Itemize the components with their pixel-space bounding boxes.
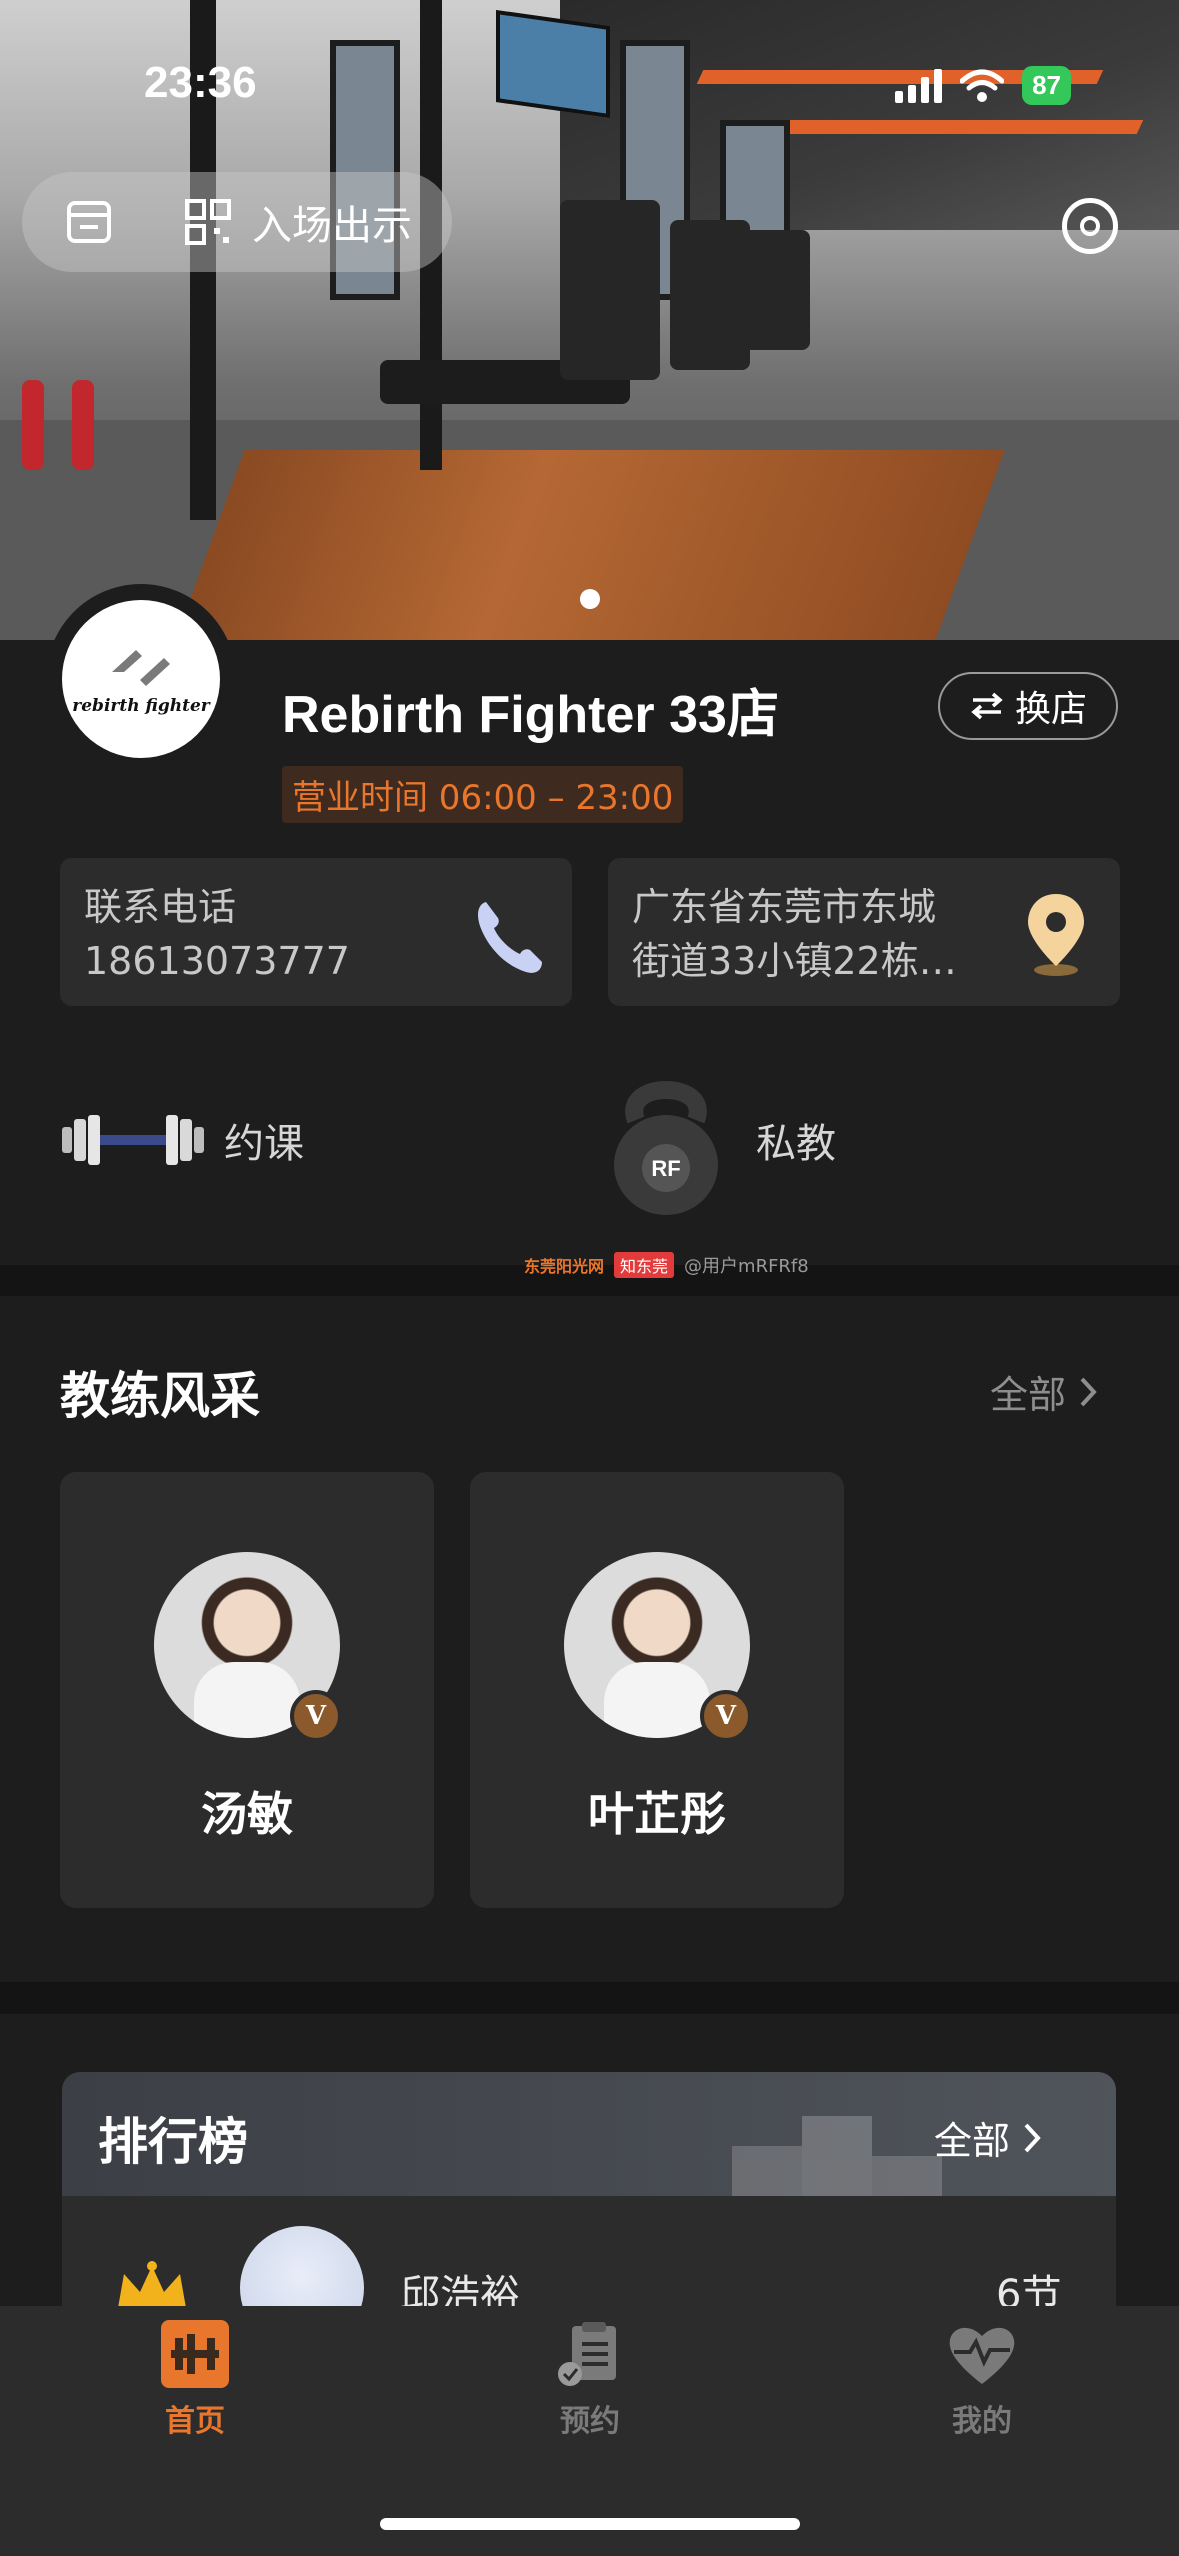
store-name: Rebirth Fighter 33店 bbox=[282, 686, 779, 744]
ranking-row[interactable] bbox=[62, 2196, 1116, 2316]
verified-badge-icon: V bbox=[700, 1690, 752, 1742]
locate-icon[interactable] bbox=[1062, 198, 1118, 254]
wall-tv bbox=[496, 9, 610, 119]
watermark-brand: 知东莞 bbox=[614, 1252, 675, 1278]
fire-extinguisher bbox=[72, 380, 94, 470]
gym-machine bbox=[560, 200, 660, 380]
switch-store-label: 换店 bbox=[1014, 689, 1087, 730]
address-line2: 街道33小镇22栋… bbox=[632, 939, 957, 983]
phone-icon[interactable] bbox=[468, 890, 548, 980]
ranking-header: 排行榜 全部 bbox=[62, 2072, 1116, 2196]
tab-mine[interactable]: 我的 bbox=[882, 2320, 1082, 2440]
phone-card[interactable]: 联系电话 18613073777 bbox=[60, 858, 572, 1006]
switch-store-button[interactable]: 换店 bbox=[938, 672, 1118, 740]
tab-booking[interactable]: 预约 bbox=[490, 2320, 690, 2440]
hero-action-pill[interactable]: 入场出示 bbox=[22, 172, 452, 272]
home-indicator[interactable] bbox=[380, 2518, 800, 2530]
verified-badge-icon: V bbox=[290, 1690, 342, 1742]
status-time: 23:36 bbox=[144, 58, 257, 107]
home-barbell-icon bbox=[161, 2320, 229, 2388]
clipboard-icon bbox=[558, 2322, 616, 2386]
ranking-see-all[interactable]: 全部 bbox=[934, 2110, 1042, 2165]
personal-trainer-button[interactable]: RF 私教 bbox=[606, 1070, 836, 1215]
personal-trainer-label: 私教 bbox=[756, 1121, 836, 1167]
coach-card[interactable]: V 汤敏 bbox=[60, 1472, 434, 1908]
business-hours: 营业时间 06:00 – 23:00 bbox=[282, 766, 684, 823]
entry-label[interactable]: 入场出示 bbox=[252, 193, 412, 251]
phone-value: 18613073777 bbox=[84, 939, 350, 983]
tab-booking-label: 预约 bbox=[560, 2404, 620, 2439]
watermark: 东莞阳光网 知东莞 @用户mRFRf8 bbox=[524, 1252, 809, 1278]
coach-card[interactable]: V 叶芷彤 bbox=[470, 1472, 844, 1908]
swap-icon bbox=[971, 692, 1003, 720]
logo-text: rebirth fighter bbox=[72, 696, 210, 716]
logo-mark-icon bbox=[112, 650, 170, 686]
store-icon[interactable] bbox=[64, 197, 114, 247]
fire-extinguisher bbox=[22, 380, 44, 470]
phone-label: 联系电话 bbox=[84, 885, 237, 929]
wood-platform bbox=[175, 450, 1005, 640]
carousel-indicator[interactable] bbox=[580, 589, 600, 609]
qr-code-icon[interactable] bbox=[184, 198, 232, 246]
watermark-user: @用户mRFRf8 bbox=[684, 1256, 809, 1277]
watermark-site: 东莞阳光网 bbox=[524, 1257, 605, 1276]
coaches-see-all[interactable]: 全部 bbox=[990, 1364, 1098, 1419]
tab-home[interactable]: 首页 bbox=[95, 2320, 295, 2440]
coach-name: 汤敏 bbox=[201, 1787, 293, 1841]
ranking-see-all-label: 全部 bbox=[934, 2119, 1011, 2163]
ceiling-stripe bbox=[756, 120, 1144, 134]
gym-machine bbox=[740, 230, 810, 350]
kettlebell-icon: RF bbox=[614, 1081, 718, 1215]
tab-mine-label: 我的 bbox=[952, 2404, 1012, 2439]
status-icons: 87 bbox=[895, 66, 1071, 105]
ranking-title: 排行榜 bbox=[98, 2113, 248, 2171]
store-logo: rebirth fighter bbox=[46, 584, 236, 774]
coaches-title: 教练风采 bbox=[60, 1367, 260, 1425]
book-class-label: 约课 bbox=[224, 1121, 304, 1167]
gym-machine bbox=[670, 220, 750, 370]
coaches-see-all-label: 全部 bbox=[990, 1373, 1067, 1417]
signal-icon bbox=[895, 68, 943, 103]
book-class-button[interactable]: 约课 bbox=[58, 1070, 304, 1210]
kettlebell-badge: RF bbox=[651, 1156, 680, 1181]
heart-pulse-icon bbox=[949, 2327, 1015, 2384]
address-line1: 广东省东莞市东城 bbox=[632, 885, 937, 929]
location-pin-icon[interactable] bbox=[1016, 890, 1096, 980]
chevron-right-icon bbox=[1024, 2123, 1041, 2152]
address-card[interactable]: 广东省东莞市东城 街道33小镇22栋… bbox=[608, 858, 1120, 1006]
podium-icon bbox=[732, 2116, 942, 2196]
chevron-right-icon bbox=[1080, 1377, 1097, 1406]
tab-home-label: 首页 bbox=[165, 2404, 225, 2439]
battery-icon: 87 bbox=[1022, 66, 1071, 105]
wifi-icon bbox=[960, 69, 1005, 102]
dumbbell-icon bbox=[62, 1115, 204, 1165]
coach-name: 叶芷彤 bbox=[588, 1787, 726, 1841]
